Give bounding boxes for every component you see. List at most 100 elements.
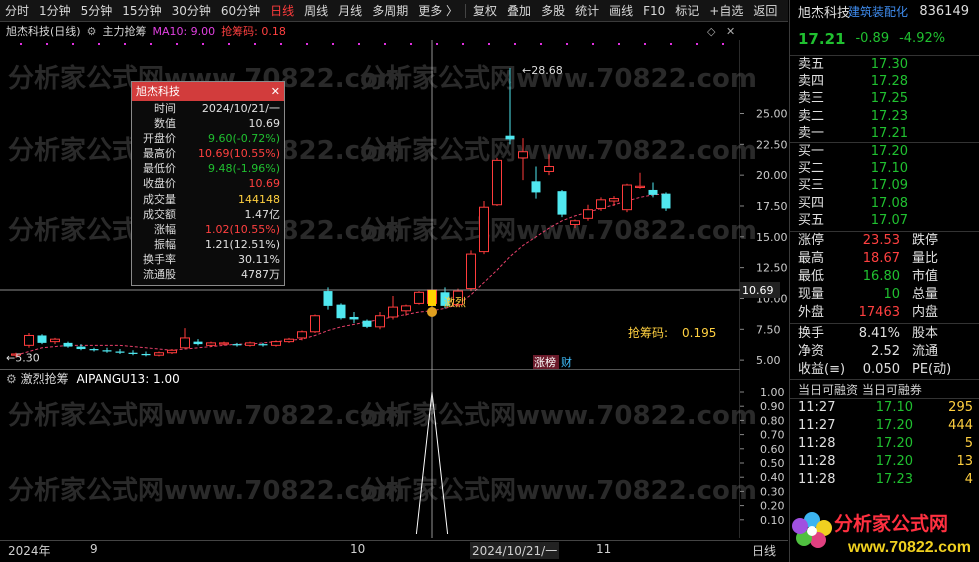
tooltip-row: 换手率 30.11% [132, 252, 284, 267]
tooltip-row: 数值 10.69 [132, 116, 284, 131]
toolbar-item-7[interactable]: 周线 [299, 0, 333, 22]
tick-list[interactable]: 11:27 17.10 295 11:27 17.20 444 11:28 17.20 5 … [790, 399, 979, 489]
last-price: 17.21 [798, 29, 846, 48]
site-logo: 分析家公式网 www.70822.com [790, 500, 979, 562]
candle-body [193, 341, 203, 345]
sub-tick-label: 1.00 [760, 386, 785, 399]
candle-body [245, 342, 255, 346]
x-label-period: 日线 [752, 544, 777, 558]
sub-chart-gear-icon[interactable]: ⚙ [6, 372, 17, 386]
signal-dot [124, 43, 126, 45]
sub-tick-label: 0.40 [760, 471, 785, 484]
candle-body [154, 352, 164, 356]
candle-body [258, 344, 268, 346]
candle-body [63, 342, 73, 347]
sub-chart-title: 激烈抢筹 [20, 372, 69, 386]
sub-chart-header: ⚙ 激烈抢筹 AIPANGU13: 1.00 [0, 370, 740, 386]
tooltip-key: 最高价 [143, 147, 176, 161]
ma10-value: MA10: 9.00 [152, 24, 216, 38]
candle-body [297, 331, 307, 339]
time-axis: 2024年 9 10 2024/10/21/一 11 日线 [0, 540, 788, 562]
signal-dot [644, 43, 646, 45]
svg-text:分析家公式网: 分析家公式网 [834, 512, 948, 535]
tooltip-value: 10.69 [248, 117, 281, 131]
toolbar-item-2[interactable]: 5分钟 [76, 0, 118, 22]
toolbar-item-5[interactable]: 60分钟 [216, 0, 265, 22]
toolbar-item-11[interactable]: 复权 [468, 0, 502, 22]
toolbar-item-3[interactable]: 15分钟 [117, 0, 166, 22]
signal-dot [150, 43, 152, 45]
x-label-cursor: 2024/10/21/一 [470, 542, 560, 559]
toolbar-item-18[interactable]: +自选 [704, 0, 748, 22]
candle-body [596, 199, 606, 209]
sub-tick-label: 0.70 [760, 429, 785, 442]
signal-dot [46, 43, 48, 45]
kline-chart[interactable]: 激烈 ←28.68 ←5.30 抢筹码: 0.195 涨榜财 [0, 40, 740, 370]
price-axis: 25.0022.5020.0017.5015.0012.5010.007.505… [740, 107, 788, 527]
tooltip-key: 收盘价 [143, 177, 176, 191]
candle-body [622, 184, 632, 211]
tooltip-title: 旭杰科技 [136, 85, 180, 98]
x-label-oct: 10 [350, 542, 366, 556]
sub-tick-label: 0.60 [760, 443, 785, 456]
toolbar-item-12[interactable]: 叠加 [502, 0, 536, 22]
candle-body [466, 253, 476, 290]
candle-body [206, 342, 216, 346]
tooltip-row: 最低价 9.48(-1.96%) [132, 161, 284, 176]
price-tick-label: 15.00 [756, 231, 788, 244]
signal-dot [176, 43, 178, 45]
diamond-icon[interactable]: ◇ [707, 25, 715, 38]
candle-body [479, 206, 489, 253]
toolbar-item-13[interactable]: 多股 [536, 0, 570, 22]
toolbar-item-6[interactable]: 日线 [265, 0, 299, 22]
close-icon[interactable]: ✕ [726, 25, 735, 38]
signal-dot [280, 43, 282, 45]
price-tick-label: 20.00 [756, 169, 788, 182]
toolbar-item-1[interactable]: 1分钟 [34, 0, 76, 22]
price-tick-label: 5.00 [756, 354, 781, 367]
sub-tick-label: 0.80 [760, 414, 785, 427]
chip-number: 0.195 [682, 326, 716, 340]
toolbar-item-19[interactable]: 返回 [748, 0, 782, 22]
sub-chart-series: AIPANGU13: 1.00 [76, 372, 180, 386]
candle-body [609, 198, 619, 202]
tooltip-row: 时间 2024/10/21/一 [132, 101, 284, 116]
badge-cai: 财 [561, 355, 572, 369]
indicator-name[interactable]: 主力抢筹 [102, 23, 146, 39]
sector-tag[interactable]: 建筑装配化 [848, 3, 908, 20]
signal-dot [332, 43, 334, 45]
signal-dot [566, 43, 568, 45]
signal-dot [384, 43, 386, 45]
toolbar-item-17[interactable]: 标记 [670, 0, 704, 22]
x-label-sep: 9 [90, 542, 98, 556]
candle-body [141, 353, 151, 356]
signal-chart[interactable] [0, 370, 740, 538]
sub-tick-label: 0.30 [760, 485, 785, 498]
signal-dot [228, 43, 230, 45]
signal-dot [462, 43, 464, 45]
signal-dot [98, 43, 100, 45]
tooltip-key: 涨幅 [154, 222, 176, 236]
signal-dot [20, 43, 22, 45]
price-change: -0.89 [855, 31, 890, 46]
toolbar-item-15[interactable]: 画线 [604, 0, 638, 22]
toolbar-item-16[interactable]: F10 [638, 0, 670, 22]
toolbar-item-8[interactable]: 月线 [333, 0, 367, 22]
sub-tick-label: 0.50 [760, 457, 785, 470]
tooltip-row: 流通股 4787万 [132, 267, 284, 282]
crosshair-value: 10.69 [742, 284, 774, 297]
toolbar-item-0[interactable]: 分时 [0, 0, 34, 22]
settings-gear-icon[interactable]: ⚙ [87, 25, 97, 38]
toolbar-item-14[interactable]: 统计 [570, 0, 604, 22]
signal-dot [72, 43, 74, 45]
tooltip-close-icon[interactable]: ✕ [271, 82, 280, 101]
toolbar-item-10[interactable]: 更多 〉 [413, 0, 463, 22]
toolbar-item-4[interactable]: 30分钟 [167, 0, 216, 22]
candle-body [128, 352, 138, 354]
tooltip-key: 成交量 [143, 192, 176, 206]
tooltip-value: 1.21(12.51%) [204, 237, 280, 251]
candle-body [76, 346, 86, 350]
toolbar-item-9[interactable]: 多周期 [367, 0, 413, 22]
quote-panel: 旭杰科技 建筑装配化 836149 17.21 -0.89 -4.92% 卖五 17… [789, 0, 979, 562]
candle-body [635, 185, 645, 188]
